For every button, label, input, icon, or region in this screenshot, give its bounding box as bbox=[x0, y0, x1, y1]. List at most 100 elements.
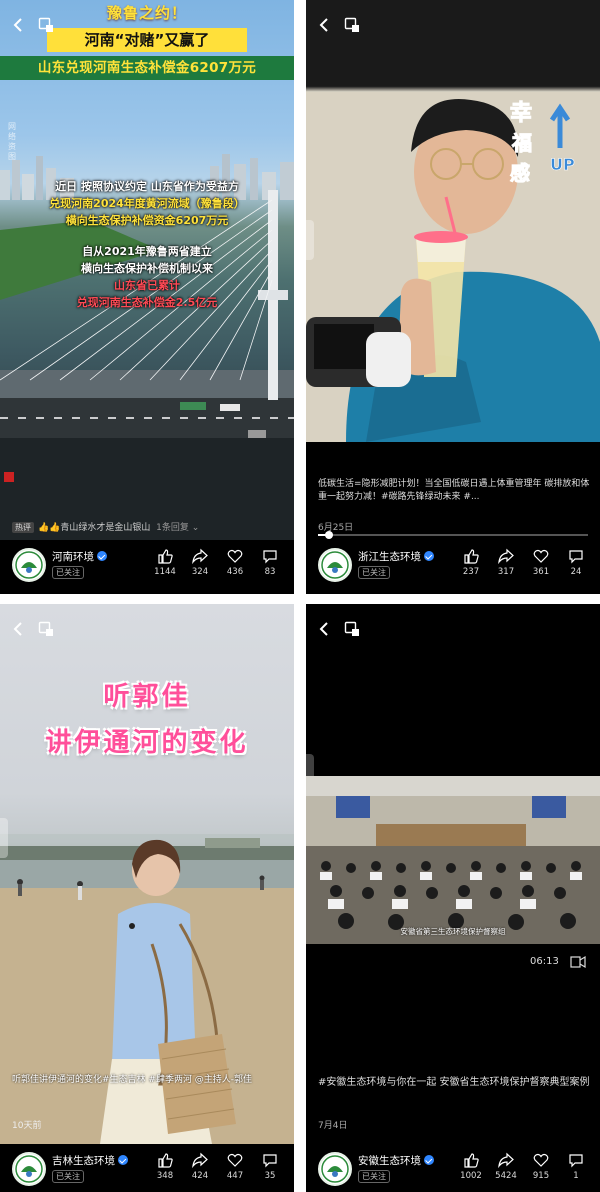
meeting-video[interactable]: 安徽省第三生态环境保护督察组 bbox=[306, 776, 600, 944]
body-text-line: 山东省已累计 bbox=[114, 279, 180, 292]
hot-comment[interactable]: 热评 👍👍青山绿水才是金山银山 1条回复 ⌄ bbox=[12, 520, 199, 533]
like-count: 1002 bbox=[460, 1171, 482, 1181]
side-drawer-handle[interactable] bbox=[0, 818, 8, 858]
body-text-line: 横向生态保护补偿资金6207万元 bbox=[65, 214, 229, 227]
like-button[interactable]: 348 bbox=[148, 1152, 182, 1181]
like-icon bbox=[464, 549, 479, 564]
video-thumbnail[interactable]: 听郭佳 讲伊通河的变化 听郭佳讲伊通河的变化#生态吉林 #肆季两河 @主持人-郭… bbox=[0, 604, 294, 1144]
favorite-icon bbox=[533, 1153, 549, 1167]
comment-count: 24 bbox=[570, 567, 582, 577]
favorite-button[interactable]: 361 bbox=[524, 548, 558, 577]
comment-button[interactable]: 1 bbox=[559, 1152, 593, 1181]
favorite-count: 915 bbox=[532, 1171, 550, 1181]
pip-icon[interactable] bbox=[38, 17, 54, 33]
fullscreen-icon[interactable] bbox=[570, 955, 586, 969]
svg-text:福: 福 bbox=[511, 131, 532, 155]
pip-icon[interactable] bbox=[344, 621, 360, 637]
account-name[interactable]: 吉林生态环境 bbox=[52, 1153, 128, 1168]
account-name[interactable]: 河南环境 bbox=[52, 549, 107, 564]
video-player[interactable]: 安徽省第三生态环境保护督察组 06:13 #安徽生态环境与你在一起 安徽省生态环… bbox=[306, 604, 600, 1144]
follow-status[interactable]: 已关注 bbox=[358, 1170, 390, 1183]
video-thumbnail[interactable]: 网络资图 豫鲁之约！ 河南“对赌”又赢了 山东兑现河南生态补偿金6207万元 近… bbox=[0, 0, 294, 540]
body-text-line: 兑现河南生态补偿金2.5亿元 bbox=[76, 296, 218, 309]
video-title: 听郭佳 bbox=[103, 682, 191, 712]
comment-count: 1 bbox=[573, 1171, 579, 1181]
watermark-text: 网络资图 bbox=[8, 122, 16, 161]
like-count: 237 bbox=[462, 567, 480, 577]
account-name[interactable]: 浙江生态环境 bbox=[358, 549, 434, 564]
post-caption[interactable]: #安徽生态环境与你在一起 安徽省生态环境保护督察典型案例 bbox=[318, 1076, 590, 1090]
post-date: 7月4日 bbox=[318, 1121, 348, 1131]
share-button[interactable]: 424 bbox=[183, 1152, 217, 1181]
share-icon bbox=[192, 1152, 208, 1168]
share-icon bbox=[498, 1152, 514, 1168]
post-caption[interactable]: 听郭佳讲伊通河的变化#生态吉林 #肆季两河 @主持人-郭佳 bbox=[12, 1074, 284, 1087]
side-drawer-handle[interactable] bbox=[306, 220, 314, 260]
body-text-line: 兑现河南2024年度黄河流域（豫鲁段） bbox=[49, 197, 245, 210]
chevron-down-icon: ⌄ bbox=[188, 523, 200, 533]
share-button[interactable]: 5424 bbox=[489, 1152, 523, 1181]
favorite-button[interactable]: 915 bbox=[524, 1152, 558, 1181]
back-icon[interactable] bbox=[316, 620, 334, 638]
like-button[interactable]: 237 bbox=[454, 548, 488, 577]
hot-comment-badge: 热评 bbox=[12, 522, 34, 533]
feed-card-henan[interactable]: 网络资图 豫鲁之约！ 河南“对赌”又赢了 山东兑现河南生态补偿金6207万元 近… bbox=[0, 0, 294, 594]
follow-status[interactable]: 已关注 bbox=[52, 566, 84, 579]
share-button[interactable]: 317 bbox=[489, 548, 523, 577]
comment-button[interactable]: 35 bbox=[253, 1152, 287, 1181]
post-caption[interactable]: 低碳生活=隐形减肥计划！当全国低碳日遇上体重管理年 碳排放和体重一起努力减！#碳… bbox=[318, 478, 590, 504]
like-icon bbox=[464, 1153, 479, 1168]
pip-icon[interactable] bbox=[38, 621, 54, 637]
eco-logo-icon bbox=[321, 1155, 349, 1183]
post-date: 6月25日 bbox=[318, 523, 354, 533]
share-count: 324 bbox=[191, 567, 209, 577]
verified-icon bbox=[424, 551, 434, 561]
back-icon[interactable] bbox=[316, 16, 334, 34]
comment-button[interactable]: 24 bbox=[559, 548, 593, 577]
video-thumbnail[interactable]: 幸 福 感 UP 低碳生活=隐形减肥计划！当全国低碳日遇上体重管理年 碳排放和体… bbox=[306, 0, 600, 540]
pip-icon[interactable] bbox=[344, 17, 360, 33]
feed-card-anhui[interactable]: 安徽省第三生态环境保护督察组 06:13 #安徽生态环境与你在一起 安徽省生态环… bbox=[306, 604, 600, 1192]
body-text-line: 近日 按照协议约定 山东省作为受益方 bbox=[55, 180, 239, 193]
headline-ribbon: 山东兑现河南生态补偿金6207万元 bbox=[0, 56, 294, 80]
share-count: 5424 bbox=[495, 1171, 517, 1181]
card-footer: 浙江生态环境 已关注 237 317 361 24 bbox=[306, 540, 600, 594]
hot-comment-replies[interactable]: 1条回复 bbox=[156, 523, 189, 533]
avatar[interactable] bbox=[318, 548, 352, 582]
svg-text:UP: UP bbox=[550, 155, 575, 174]
comment-icon bbox=[263, 1154, 277, 1168]
favorite-icon bbox=[533, 549, 549, 563]
share-button[interactable]: 324 bbox=[183, 548, 217, 577]
comment-icon bbox=[263, 550, 277, 564]
eco-logo-icon bbox=[15, 1155, 43, 1183]
like-button[interactable]: 1002 bbox=[454, 1152, 488, 1181]
follow-status[interactable]: 已关注 bbox=[52, 1170, 84, 1183]
video-progress[interactable] bbox=[318, 531, 588, 539]
back-icon[interactable] bbox=[10, 16, 28, 34]
video-subtitle: 讲伊通河的变化 bbox=[45, 728, 249, 758]
body-text-line: 横向生态保护补偿机制以来 bbox=[81, 262, 213, 275]
avatar[interactable] bbox=[318, 1152, 352, 1186]
account-name[interactable]: 安徽生态环境 bbox=[358, 1153, 434, 1168]
like-icon bbox=[158, 549, 173, 564]
comment-icon bbox=[569, 1154, 583, 1168]
favorite-icon bbox=[227, 549, 243, 563]
favorite-button[interactable]: 436 bbox=[218, 548, 252, 577]
video-duration: 06:13 bbox=[530, 956, 559, 967]
verified-icon bbox=[118, 1155, 128, 1165]
card-footer: 吉林生态环境 已关注 348 424 447 35 bbox=[0, 1144, 294, 1192]
svg-text:感: 感 bbox=[510, 161, 530, 185]
avatar[interactable] bbox=[12, 1152, 46, 1186]
hot-comment-text: 👍👍青山绿水才是金山银山 bbox=[38, 523, 151, 533]
favorite-icon bbox=[227, 1153, 243, 1167]
feed-card-zhejiang[interactable]: 幸 福 感 UP 低碳生活=隐形减肥计划！当全国低碳日遇上体重管理年 碳排放和体… bbox=[306, 0, 600, 594]
avatar[interactable] bbox=[12, 548, 46, 582]
comment-button[interactable]: 83 bbox=[253, 548, 287, 577]
like-icon bbox=[158, 1153, 173, 1168]
feed-card-jilin[interactable]: 听郭佳 讲伊通河的变化 听郭佳讲伊通河的变化#生态吉林 #肆季两河 @主持人-郭… bbox=[0, 604, 294, 1192]
like-button[interactable]: 1144 bbox=[148, 548, 182, 577]
follow-status[interactable]: 已关注 bbox=[358, 566, 390, 579]
progress-handle[interactable] bbox=[324, 531, 333, 539]
favorite-button[interactable]: 447 bbox=[218, 1152, 252, 1181]
back-icon[interactable] bbox=[10, 620, 28, 638]
